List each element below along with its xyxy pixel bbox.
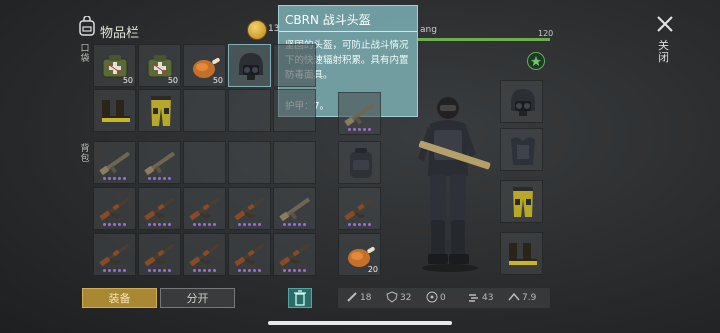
close-icon[interactable] xyxy=(655,14,675,34)
backpack-slot[interactable] xyxy=(228,187,271,230)
pocket-slot[interactable]: 50 xyxy=(93,44,136,87)
pocket-slot[interactable] xyxy=(183,89,226,132)
pocket-slot[interactable]: 50 xyxy=(138,44,181,87)
durability-dots xyxy=(229,269,270,272)
trash-icon xyxy=(294,290,306,306)
pocket-slot[interactable] xyxy=(273,44,316,87)
equipped-slot[interactable] xyxy=(338,141,381,184)
stat-value: 32 xyxy=(400,292,412,303)
hp-bar xyxy=(418,38,550,41)
durability-dots xyxy=(184,223,225,226)
boots-icon xyxy=(509,243,537,265)
cbrn-helmet-icon xyxy=(511,89,535,116)
durability-dots xyxy=(139,269,180,272)
durability-dots xyxy=(94,269,135,272)
backpack-slot[interactable] xyxy=(273,141,316,184)
pocket-slot[interactable]: 50 xyxy=(183,44,226,87)
split-button[interactable]: 分开 xyxy=(160,288,235,308)
boots-icon xyxy=(102,100,130,122)
pocket-slot[interactable] xyxy=(228,44,271,87)
durability-dots xyxy=(184,269,225,272)
backpack-slot[interactable] xyxy=(93,187,136,230)
stat-value: 0 xyxy=(440,292,446,303)
backpack-slot[interactable] xyxy=(273,233,316,276)
backpack-slot[interactable] xyxy=(228,141,271,184)
stealth-icon xyxy=(508,292,520,301)
home-indicator xyxy=(268,321,452,325)
backpack-slot[interactable] xyxy=(183,141,226,184)
gear-slot[interactable] xyxy=(500,232,543,275)
equipped-slot[interactable] xyxy=(338,187,381,230)
trash-button[interactable] xyxy=(288,288,312,308)
pocket-slot[interactable] xyxy=(138,89,181,132)
durability-dots xyxy=(274,223,315,226)
pants-icon xyxy=(151,96,171,126)
stat-defense: 32 xyxy=(386,291,411,303)
backpack-icon xyxy=(79,16,95,36)
gear-slot[interactable] xyxy=(500,80,543,123)
stat-attack: 18 xyxy=(346,291,371,303)
durability-dots xyxy=(339,128,380,131)
pocket-slot[interactable] xyxy=(273,89,316,132)
backpack-slot[interactable] xyxy=(273,187,316,230)
backpack-slot[interactable] xyxy=(228,233,271,276)
radiation-icon xyxy=(426,291,438,303)
durability-dots xyxy=(339,223,380,226)
equip-button[interactable]: 装备 xyxy=(82,288,157,308)
cbrn-helmet-icon xyxy=(239,53,263,80)
durability-dots xyxy=(94,177,135,180)
stat-radiation: 0 xyxy=(426,291,446,303)
backpack-slot[interactable] xyxy=(138,141,181,184)
backpack-slot[interactable] xyxy=(138,233,181,276)
backpack-slot[interactable] xyxy=(138,187,181,230)
backpack-slot[interactable] xyxy=(93,233,136,276)
stat-stealth: 7.9 xyxy=(508,291,536,303)
durability-dots xyxy=(139,177,180,180)
stat-value: 18 xyxy=(360,292,372,303)
backpack-icon xyxy=(350,148,372,178)
item-count: 20 xyxy=(367,265,378,274)
defense-icon xyxy=(386,291,398,303)
hp-value: 120 xyxy=(538,29,554,38)
tooltip-title: CBRN 战斗头盔 xyxy=(285,13,371,27)
backpack-slot[interactable] xyxy=(183,187,226,230)
pockets-label: 口袋 xyxy=(80,44,90,64)
tooltip-divider xyxy=(279,31,417,32)
character-name: ang xyxy=(420,25,437,35)
attack-icon xyxy=(347,292,357,302)
item-count: 50 xyxy=(167,76,178,85)
gear-slot[interactable] xyxy=(500,180,543,223)
equipped-slot[interactable] xyxy=(338,92,381,135)
status-badge-icon[interactable] xyxy=(527,52,545,70)
close-label[interactable]: 关闭 xyxy=(658,40,670,64)
stat-value: 7.9 xyxy=(522,292,537,303)
speed-icon xyxy=(469,294,478,302)
inventory-title: 物品栏 xyxy=(100,26,140,41)
durability-dots xyxy=(94,223,135,226)
coin-icon xyxy=(247,20,267,40)
stats-bar: 18 32 0 43 7.9 xyxy=(338,288,550,308)
armor-vest-icon xyxy=(511,137,535,165)
item-count: 50 xyxy=(212,76,223,85)
durability-dots xyxy=(229,223,270,226)
pants-icon xyxy=(513,187,533,217)
durability-dots xyxy=(139,223,180,226)
pocket-slot[interactable] xyxy=(93,89,136,132)
item-count: 50 xyxy=(122,76,133,85)
backpack-slot[interactable] xyxy=(93,141,136,184)
durability-dots xyxy=(274,269,315,272)
hp-bar-fill xyxy=(418,38,550,41)
backpack-label: 背包 xyxy=(80,144,90,164)
equipped-slot[interactable]: 20 xyxy=(338,233,381,276)
stat-value: 43 xyxy=(482,292,494,303)
stat-speed: 43 xyxy=(468,291,493,303)
gear-slot[interactable] xyxy=(500,128,543,171)
pocket-slot[interactable] xyxy=(228,89,271,132)
backpack-slot[interactable] xyxy=(183,233,226,276)
